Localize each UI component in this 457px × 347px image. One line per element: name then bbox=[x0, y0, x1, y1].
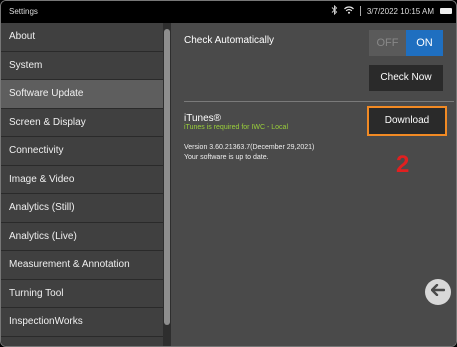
sidebar-item-inspectionworks[interactable]: InspectionWorks bbox=[1, 308, 163, 337]
software-update-panel: Check Automatically OFF ON Check Now iTu… bbox=[171, 23, 456, 346]
device-frame: Settings 3/7/2022 10:15 AM About System So… bbox=[0, 0, 457, 347]
check-now-button[interactable]: Check Now bbox=[369, 65, 443, 91]
status-indicators: 3/7/2022 10:15 AM bbox=[331, 4, 452, 17]
sidebar-item-image-video[interactable]: Image & Video bbox=[1, 165, 163, 194]
scrollbar-thumb[interactable] bbox=[164, 29, 170, 325]
sidebar-item-turning-tool[interactable]: Turning Tool bbox=[1, 279, 163, 308]
section-divider bbox=[184, 101, 454, 102]
sidebar-item-analytics-live[interactable]: Analytics (Live) bbox=[1, 222, 163, 251]
wifi-icon bbox=[343, 6, 354, 16]
callout-number: 2 bbox=[396, 151, 410, 178]
itunes-title: iTunes® bbox=[184, 113, 222, 124]
bluetooth-icon bbox=[331, 4, 338, 17]
sidebar-item-analytics-still[interactable]: Analytics (Still) bbox=[1, 194, 163, 223]
version-text: Version 3.60.21363.7(December 29,2021) bbox=[184, 144, 315, 151]
sidebar-scrollbar[interactable] bbox=[163, 23, 171, 346]
download-button[interactable]: Download bbox=[367, 106, 447, 136]
sidebar-item-software-update[interactable]: Software Update bbox=[1, 80, 163, 109]
back-button[interactable] bbox=[425, 279, 451, 305]
status-title: Settings bbox=[9, 7, 38, 16]
sidebar-item-connectivity[interactable]: Connectivity bbox=[1, 137, 163, 166]
battery-icon bbox=[440, 8, 452, 14]
sidebar-item-about[interactable]: About bbox=[1, 23, 163, 52]
sidebar-item-screen-display[interactable]: Screen & Display bbox=[1, 108, 163, 137]
sidebar-item-measurement-annotation[interactable]: Measurement & Annotation bbox=[1, 251, 163, 280]
status-separator bbox=[359, 6, 361, 16]
check-automatically-toggle[interactable]: OFF ON bbox=[369, 30, 443, 56]
update-status-text: Your software is up to date. bbox=[184, 154, 269, 161]
sidebar-item-system[interactable]: System bbox=[1, 51, 163, 80]
arrow-left-icon bbox=[430, 283, 446, 301]
itunes-subtitle: iTunes is required for IWC - Local bbox=[184, 124, 288, 131]
toggle-off-option[interactable]: OFF bbox=[369, 30, 406, 56]
toggle-on-option[interactable]: ON bbox=[406, 30, 443, 56]
settings-sidebar: About System Software Update Screen & Displ… bbox=[1, 23, 163, 346]
status-bar: Settings 3/7/2022 10:15 AM bbox=[1, 1, 456, 23]
check-automatically-label: Check Automatically bbox=[184, 35, 275, 46]
datetime: 3/7/2022 10:15 AM bbox=[366, 6, 434, 16]
